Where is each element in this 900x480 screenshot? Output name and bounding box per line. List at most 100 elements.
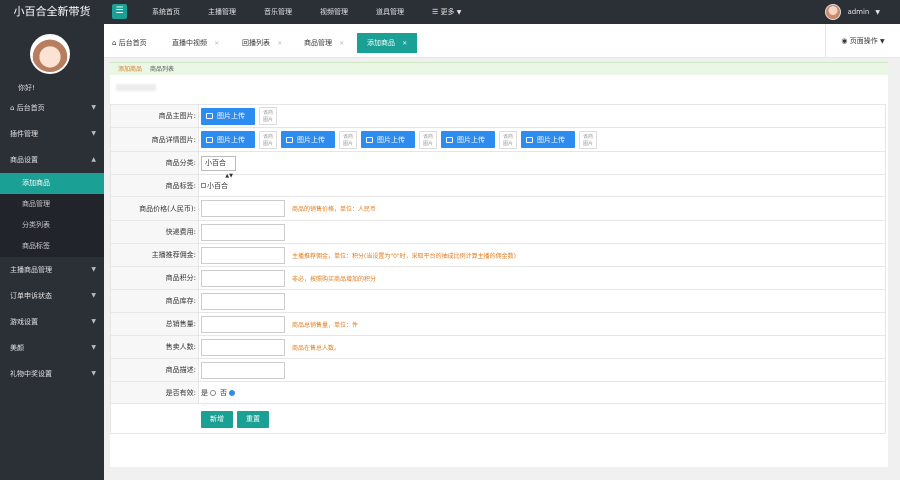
top-nav: 系统首页 主播管理 音乐管理 视频管理 道具管理 ☰ 更多 ▼ [138,0,475,24]
chevron-down-icon: ▼ [91,344,96,351]
commission-input[interactable] [201,246,285,264]
main-image-label: 商品主图片: [111,105,199,127]
reset-button[interactable]: 重置 [237,411,269,428]
commission-hint: 主播推荐佣金，单位：积分(当设置为"0"时，采取平台的抽成比例计算主播的佣金数) [292,252,517,260]
detail-image-upload-button-5[interactable]: 图片上传 [521,131,575,148]
tag-checkbox[interactable]: 小百合 [201,181,228,191]
sidebar-subitem-product-tags[interactable]: 商品标签 [0,236,104,257]
topnav-item-props-manage[interactable]: 道具管理 [362,0,418,24]
sidebar-item-label: 订单申诉状态 [10,292,52,300]
category-value: 小百合 [205,158,226,167]
price-input[interactable] [201,200,285,217]
submit-button[interactable]: 新增 [201,411,233,428]
topnav-item-system-home[interactable]: 系统首页 [138,0,194,24]
stock-input[interactable] [201,292,285,310]
detail-images-label: 商品详情图片: [111,128,199,151]
detail-image-upload-button-1[interactable]: 图片上传 [201,131,255,148]
detail-image-placeholder-5: 该商 图片 [579,130,597,149]
close-icon[interactable]: ✕ [402,40,407,47]
sidebar-item-label: 插件管理 [10,130,38,138]
sidebar-item-game-settings[interactable]: 游戏设置 ▼ [0,309,104,335]
tab-label: 后台首页 [118,39,147,47]
topnav-item-video-manage[interactable]: 视频管理 [306,0,362,24]
more-list-icon: ☰ [432,8,439,16]
sold-label: 总销售量: [111,313,199,335]
sidebar-item-label: 主播商品管理 [10,266,52,274]
page-ops-menu[interactable]: ◉ 页面操作 ▼ [825,24,900,58]
detail-image-placeholder-3: 该商 图片 [419,130,437,149]
page-ops-label: 页面操作 [849,37,878,45]
upload-label: 图片上传 [297,135,325,144]
image-icon [526,136,533,143]
row-valid: 是否有效: 是 否 [111,382,885,404]
sidebar: 你好! ⌂ 后台首页 ▼ 插件管理 ▼ 商品设置 ▲ 添加商品 商品管理 分类列… [0,24,104,480]
description-input[interactable] [201,361,285,379]
price-hint: 商品的销售价格，单位：人民币 [292,206,377,213]
user-menu[interactable]: admin ▼ [825,0,880,24]
close-icon[interactable]: ✕ [214,40,219,47]
circle-dot-icon: ◉ [841,37,848,45]
sidebar-item-gift-prize[interactable]: 礼物中奖设置 ▼ [0,361,104,387]
commission-label: 主播推荐佣金: [111,244,199,266]
stock-label: 商品库存: [111,290,199,312]
upload-label: 图片上传 [217,135,245,144]
sold-input[interactable] [201,315,285,333]
points-input[interactable] [201,269,285,287]
tab-live-video[interactable]: 直播中视频 ✕ [172,33,219,53]
valid-yes-label: 是 [201,388,208,397]
valid-no-radio[interactable]: 否 [220,388,235,398]
detail-image-upload-button-2[interactable]: 图片上传 [281,131,335,148]
category-select[interactable]: 小百合 ▲▼ [201,155,236,179]
upload-label: 图片上传 [457,135,485,144]
shipping-input[interactable] [201,223,285,241]
sidebar-item-admin-home[interactable]: ⌂ 后台首页 ▼ [0,95,104,121]
image-icon [206,136,213,143]
topnav-item-music-manage[interactable]: 音乐管理 [250,0,306,24]
upload-label: 图片上传 [377,135,405,144]
tab-admin-home[interactable]: ⌂ 后台首页 [112,33,147,53]
tab-replay-list[interactable]: 回播列表 ✕ [242,33,282,53]
sidebar-item-beauty[interactable]: 美颜 ▼ [0,335,104,361]
main-image-upload-button[interactable]: 图片上传 [201,107,255,125]
breadcrumb-current[interactable]: 添加商品 [118,66,142,73]
close-icon[interactable]: ✕ [277,40,282,47]
sidebar-subitem-product-manage[interactable]: 商品管理 [0,194,104,215]
detail-image-upload-button-3[interactable]: 图片上传 [361,131,415,148]
radio-selected-icon [229,389,235,396]
sidebar-subitem-category-list[interactable]: 分类列表 [0,215,104,236]
detail-image-upload-button-4[interactable]: 图片上传 [441,131,495,148]
menu-icon[interactable]: ☰ [112,4,127,19]
detail-image-placeholder-1: 该商 图片 [259,130,277,149]
valid-yes-radio[interactable]: 是 [201,388,216,398]
sidebar-subitem-add-product[interactable]: 添加商品 [0,173,104,194]
row-stock: 商品库存: [111,290,885,313]
sidebar-item-anchor-products[interactable]: 主播商品管理 ▼ [0,257,104,283]
tab-label: 商品管理 [304,39,332,47]
image-icon [286,136,293,143]
row-description: 商品描述: [111,359,885,382]
tab-add-product[interactable]: 添加商品 ✕ [357,33,418,53]
sidebar-item-plugins[interactable]: 插件管理 ▼ [0,121,104,147]
chevron-down-icon: ▼ [875,8,880,16]
sidebar-item-order-appeals[interactable]: 订单申诉状态 ▼ [0,283,104,309]
tab-bar: ⌂ 后台首页 直播中视频 ✕ 回播列表 ✕ 商品管理 ✕ 添加商品 ✕ ◉ 页面… [104,24,900,58]
main-content: 添加商品 商品列表 商品主图片: 图片上传 该商 图片 商品详情图片: 图片上传… [110,62,888,467]
row-buyers: 售卖人数: 商品在售总人数。 [111,336,885,359]
topnav-more-menu[interactable]: ☰ 更多 ▼ [418,0,475,24]
buyers-input[interactable] [201,338,285,356]
close-icon[interactable]: ✕ [339,40,344,47]
breadcrumb-next[interactable]: 商品列表 [150,66,174,73]
chevron-up-icon: ▲ [91,156,96,163]
sidebar-item-product-settings[interactable]: 商品设置 ▲ [0,147,104,173]
breadcrumb: 添加商品 商品列表 [110,62,888,75]
tab-product-manage[interactable]: 商品管理 ✕ [304,33,344,53]
detail-image-placeholder-4: 该商 图片 [499,130,517,149]
row-tags: 商品标签: 小百合 [111,175,885,197]
topnav-item-anchor-manage[interactable]: 主播管理 [194,0,250,24]
price-label: 商品价格(人民币): [111,197,199,220]
sidebar-item-label: 商品设置 [10,156,38,164]
tab-label: 回播列表 [242,39,270,47]
app-brand: 小百合全新带货 [13,5,91,18]
home-icon: ⌂ [112,39,117,47]
user-name: admin [847,8,870,16]
